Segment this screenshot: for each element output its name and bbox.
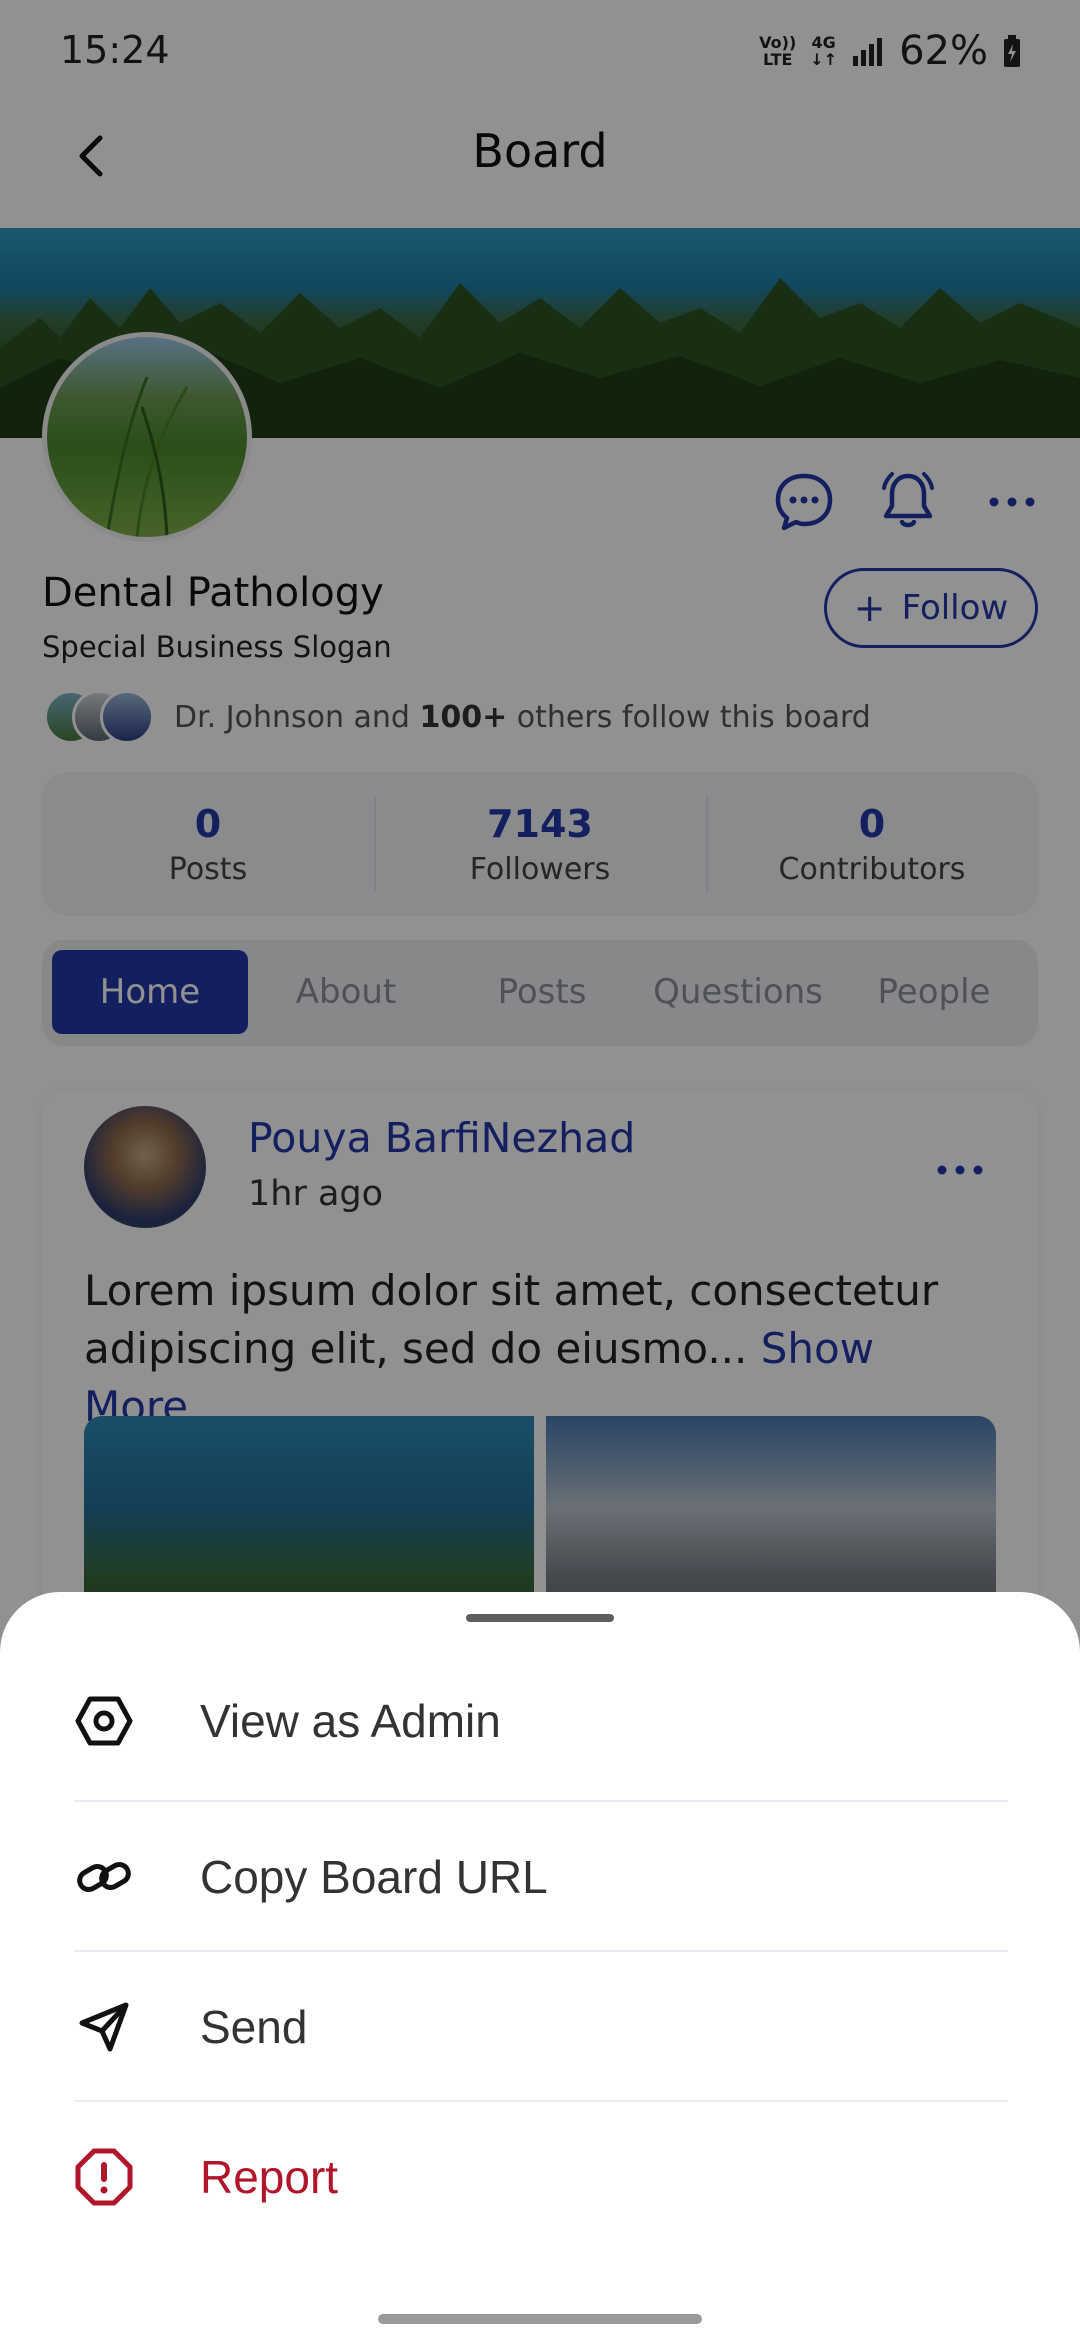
sheet-drag-handle[interactable] <box>466 1614 614 1622</box>
menu-view-as-admin[interactable]: View as Admin <box>74 1646 1008 1796</box>
menu-send[interactable]: Send <box>74 1952 1008 2102</box>
menu-label: Copy Board URL <box>200 1851 548 1903</box>
menu-label: Report <box>200 2151 339 2203</box>
options-bottom-sheet: View as Admin Copy Board URL Send Report <box>0 1592 1080 2340</box>
home-indicator[interactable] <box>378 2314 702 2324</box>
link-icon <box>77 1862 131 1892</box>
menu-label: Send <box>200 2001 308 2053</box>
hexagon-settings-icon <box>75 1696 133 1746</box>
menu-report[interactable]: Report <box>74 2102 1008 2252</box>
menu-label: View as Admin <box>200 1695 501 1747</box>
send-icon <box>79 2002 129 2052</box>
menu-copy-board-url[interactable]: Copy Board URL <box>74 1802 1008 1952</box>
report-icon <box>75 2148 133 2206</box>
